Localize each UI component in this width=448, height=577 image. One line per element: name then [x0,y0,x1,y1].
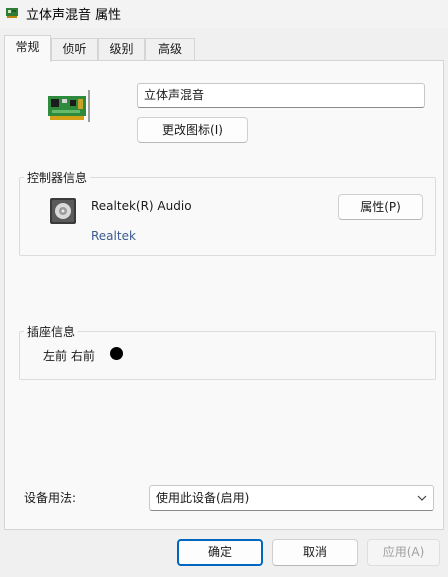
controller-name: Realtek(R) Audio [91,199,192,213]
jack-label: 左前 右前 [43,349,95,363]
audio-device-icon [6,8,18,18]
controller-info-title: 控制器信息 [24,169,91,186]
window-title: 立体声混音 属性 [26,8,122,23]
device-usage-select[interactable]: 使用此设备(启用) [149,485,434,511]
jack-color-indicator [110,347,123,360]
tab-levels[interactable]: 级别 [98,38,145,60]
ok-button[interactable]: 确定 [177,539,263,566]
tab-general[interactable]: 常规 [4,35,51,62]
tab-listen[interactable]: 侦听 [51,38,98,60]
sound-card-icon [48,90,90,122]
jack-info-title: 插座信息 [24,323,79,340]
controller-properties-button[interactable]: 属性(P) [338,194,423,220]
cancel-button[interactable]: 取消 [272,539,358,566]
controller-vendor-link[interactable]: Realtek [91,229,136,243]
title-bar: 立体声混音 属性 [0,0,448,28]
device-usage-label: 设备用法: [24,491,77,505]
change-icon-button[interactable]: 更改图标(I) [137,117,248,143]
device-usage-value: 使用此设备(启用) [156,491,250,505]
apply-button[interactable]: 应用(A) [367,539,440,566]
chevron-down-icon [417,495,427,501]
device-name-input[interactable]: 立体声混音 [137,83,425,108]
speaker-icon [50,198,76,224]
tab-advanced[interactable]: 高级 [145,38,195,60]
